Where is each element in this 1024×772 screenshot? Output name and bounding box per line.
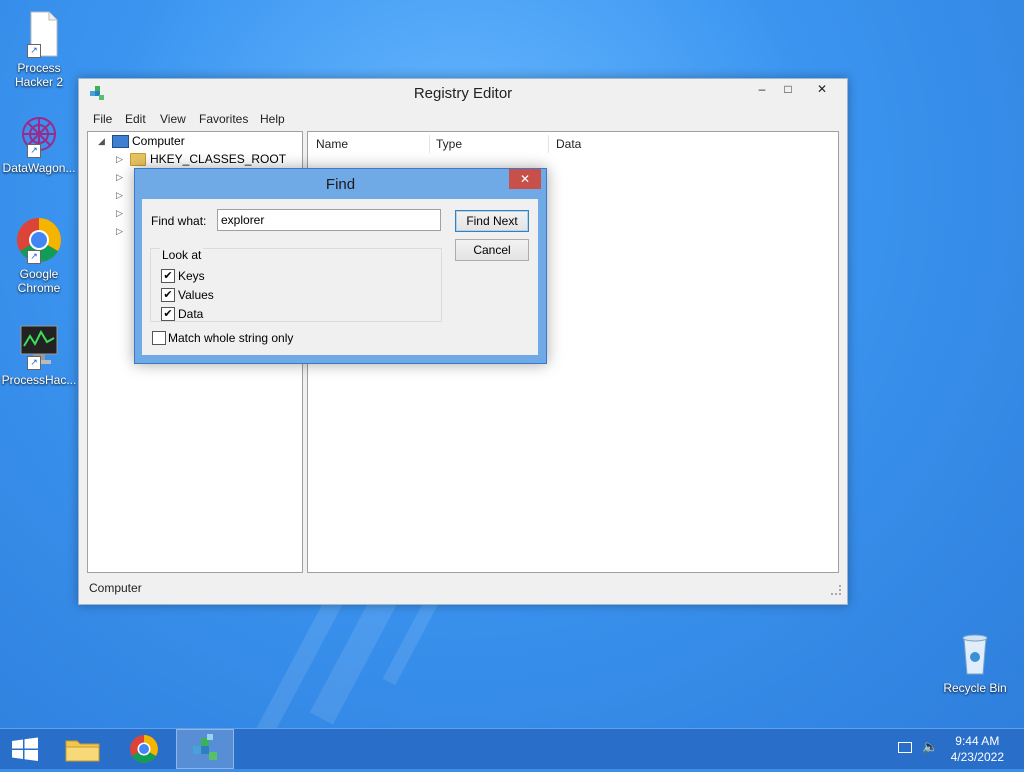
collapse-arrow-icon[interactable]: ◢ — [98, 132, 105, 150]
values-checkbox[interactable]: ✔ — [161, 288, 175, 302]
desktop-icon-label: ProcessHac... — [1, 373, 77, 387]
clock-time: 9:44 AM — [955, 734, 1000, 748]
shortcut-arrow-icon: ↗ — [27, 356, 41, 370]
menu-favorites[interactable]: Favorites — [199, 112, 248, 126]
expand-arrow-icon[interactable]: ▷ — [116, 186, 123, 204]
chrome-icon — [130, 735, 158, 763]
cancel-button[interactable]: Cancel — [455, 239, 529, 261]
find-what-label: Find what: — [151, 214, 207, 228]
column-header-type[interactable]: Type — [436, 137, 462, 151]
tree-item-computer[interactable]: ◢ Computer — [96, 132, 296, 150]
chrome-icon: ↗ — [15, 216, 63, 264]
keys-label[interactable]: Keys — [178, 269, 205, 283]
desktop-icon-label: Google Chrome — [17, 267, 61, 295]
desktop-icon-process-hacker-2[interactable]: ↗ Process Hacker 2 — [0, 10, 78, 89]
expand-arrow-icon[interactable]: ▷ — [116, 222, 123, 240]
clock[interactable]: 9:44 AM 4/23/2022 — [951, 733, 1004, 765]
desktop-icon-google-chrome[interactable]: ↗ Google Chrome — [0, 216, 78, 295]
document-icon: ↗ — [15, 10, 63, 58]
tree-item-collapsed[interactable]: ▷ — [116, 222, 136, 240]
match-whole-string-checkbox[interactable] — [152, 331, 166, 345]
clock-date: 4/23/2022 — [950, 750, 1004, 764]
menu-bar: File Edit View Favorites Help — [79, 108, 847, 130]
volume-muted-icon[interactable]: 🔈 — [922, 739, 938, 755]
shortcut-arrow-icon: ↗ — [27, 144, 41, 158]
data-label[interactable]: Data — [178, 307, 203, 321]
recycle-bin-icon — [951, 630, 999, 678]
column-divider[interactable] — [548, 135, 549, 153]
find-what-input[interactable] — [217, 209, 441, 231]
menu-edit[interactable]: Edit — [125, 112, 146, 126]
find-dialog: Find ✕ Find what: Find Next Cancel Look … — [134, 168, 547, 364]
desktop-icon-label: Process Hacker 2 — [14, 61, 64, 89]
find-dialog-body: Find what: Find Next Cancel Look at ✔ Ke… — [142, 199, 538, 355]
close-button[interactable]: ✕ — [803, 79, 841, 99]
tree-item-collapsed[interactable]: ▷ — [116, 204, 136, 222]
taskbar-google-chrome[interactable] — [116, 729, 172, 769]
resize-grip-icon[interactable] — [831, 585, 841, 595]
find-next-button[interactable]: Find Next — [455, 210, 529, 232]
computer-icon — [112, 135, 129, 148]
tree-item-label: HKEY_CLASSES_ROOT — [150, 152, 287, 166]
expand-arrow-icon[interactable]: ▷ — [116, 204, 123, 222]
datawagon-icon: ↗ — [15, 110, 63, 158]
menu-view[interactable]: View — [160, 112, 186, 126]
tree-item-hkey-classes-root[interactable]: ▷ HKEY_CLASSES_ROOT — [116, 150, 296, 168]
start-button[interactable] — [0, 729, 56, 769]
taskbar: 🔈 9:44 AM 4/23/2022 — [0, 728, 1024, 769]
column-header-data[interactable]: Data — [556, 137, 581, 151]
desktop-icon-processhacker[interactable]: ↗ ProcessHac... — [0, 322, 78, 387]
look-at-label: Look at — [160, 248, 204, 262]
maximize-button[interactable]: □ — [775, 79, 801, 99]
desktop-icon-label: Recycle Bin — [943, 681, 1007, 695]
match-whole-string-label[interactable]: Match whole string only — [168, 331, 293, 345]
tree-item-label: Computer — [132, 134, 185, 148]
menu-file[interactable]: File — [93, 112, 112, 126]
desktop-icon-recycle-bin[interactable]: Recycle Bin — [936, 630, 1014, 695]
taskbar-registry-editor[interactable] — [176, 729, 234, 769]
desktop-icon-label: DataWagon... — [2, 161, 76, 175]
column-divider[interactable] — [429, 135, 430, 153]
network-icon[interactable] — [898, 742, 912, 753]
status-path: Computer — [89, 581, 142, 595]
window-title: Registry Editor — [413, 85, 513, 102]
tree-item-collapsed[interactable]: ▷ — [116, 186, 136, 204]
look-at-group: Look at ✔ Keys ✔ Values ✔ Data — [150, 248, 442, 322]
title-bar[interactable]: Registry Editor – □ ✕ — [79, 79, 847, 108]
registry-editor-icon — [193, 734, 217, 760]
column-header-name[interactable]: Name — [316, 137, 348, 151]
desktop-icon-datawagon[interactable]: ↗ DataWagon... — [0, 110, 78, 175]
shortcut-arrow-icon: ↗ — [27, 250, 41, 264]
windows-logo-icon — [12, 737, 38, 761]
values-label[interactable]: Values — [178, 288, 214, 302]
expand-arrow-icon[interactable]: ▷ — [116, 150, 123, 168]
menu-help[interactable]: Help — [260, 112, 285, 126]
folder-icon — [65, 740, 100, 762]
find-dialog-title: Find — [325, 176, 356, 193]
monitor-icon: ↗ — [15, 322, 63, 370]
tree-item-collapsed[interactable]: ▷ — [116, 168, 136, 186]
folder-icon — [130, 153, 146, 166]
taskbar-file-explorer[interactable] — [55, 729, 111, 769]
expand-arrow-icon[interactable]: ▷ — [116, 168, 123, 186]
status-bar: Computer — [79, 577, 847, 601]
keys-checkbox[interactable]: ✔ — [161, 269, 175, 283]
find-close-button[interactable]: ✕ — [509, 169, 541, 189]
data-checkbox[interactable]: ✔ — [161, 307, 175, 321]
minimize-button[interactable]: – — [749, 79, 775, 99]
shortcut-arrow-icon: ↗ — [27, 44, 41, 58]
